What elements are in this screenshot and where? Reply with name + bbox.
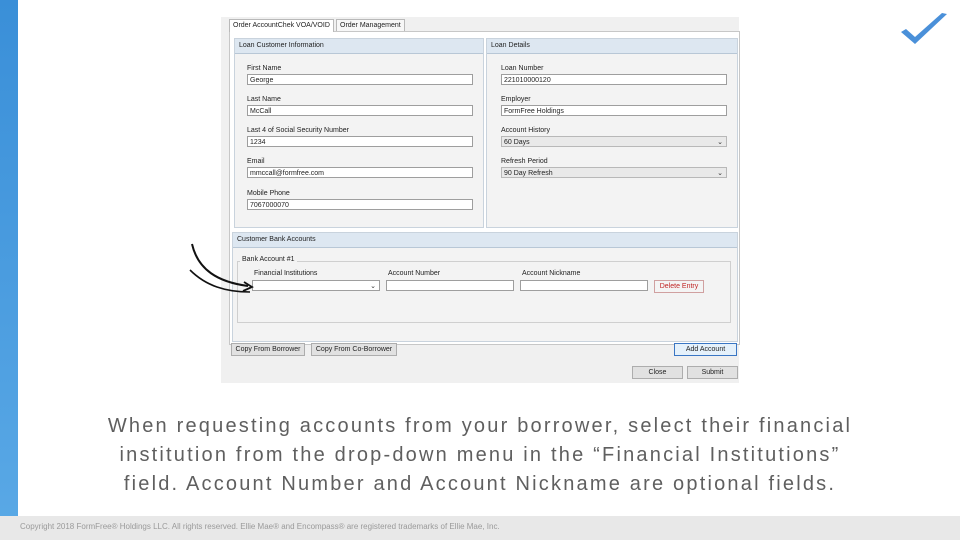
main-panel: Loan Customer Information First Name Geo… [229, 31, 740, 345]
tab-order-accountchek[interactable]: Order AccountChek VOA/VOID [229, 19, 334, 32]
first-name-label: First Name [247, 65, 282, 72]
loan-number-label: Loan Number [501, 65, 544, 72]
chevron-down-icon: ⌄ [717, 139, 723, 146]
chevron-down-icon: ⌄ [717, 170, 723, 177]
loan-number-field[interactable]: 221010000120 [501, 74, 727, 85]
footer-bar: Copyright 2018 FormFree® Holdings LLC. A… [0, 516, 960, 540]
chevron-down-icon: ⌄ [370, 283, 376, 290]
phone-field[interactable]: 7067000070 [247, 199, 473, 210]
ssn-label: Last 4 of Social Security Number [247, 127, 349, 134]
bank-accounts-group: Customer Bank Accounts Bank Account #1 F… [232, 232, 738, 342]
app-window: Order AccountChek VOA/VOID Order Managem… [221, 17, 740, 383]
refresh-period-label: Refresh Period [501, 158, 548, 165]
loan-details-group: Loan Details Loan Number 221010000120 Em… [486, 38, 738, 228]
delete-entry-button[interactable]: Delete Entry [654, 280, 704, 293]
account-number-field[interactable] [386, 280, 514, 291]
employer-field[interactable]: FormFree Holdings [501, 105, 727, 116]
caption-line-3: field. Account Number and Account Nickna… [123, 473, 837, 495]
ssn-field[interactable]: 1234 [247, 136, 473, 147]
submit-button[interactable]: Submit [687, 366, 738, 379]
caption-text: When requesting accounts from your borro… [60, 412, 900, 499]
nickname-field[interactable] [520, 280, 648, 291]
add-account-button[interactable]: Add Account [674, 343, 737, 356]
annotation-arrow-icon [189, 243, 254, 293]
phone-label: Mobile Phone [247, 190, 290, 197]
caption-line-2: institution from the drop-down menu in t… [119, 444, 841, 466]
employer-label: Employer [501, 96, 531, 103]
account-number-label: Account Number [388, 270, 441, 277]
copy-from-coborrower-button[interactable]: Copy From Co-Borrower [311, 343, 397, 356]
refresh-period-select[interactable]: 90 Day Refresh ⌄ [501, 167, 727, 178]
email-field[interactable]: mmccall@formfree.com [247, 167, 473, 178]
copy-from-borrower-button[interactable]: Copy From Borrower [231, 343, 305, 356]
last-name-field[interactable]: McCall [247, 105, 473, 116]
loan-customer-group: Loan Customer Information First Name Geo… [234, 38, 484, 228]
first-name-field[interactable]: George [247, 74, 473, 85]
checkmark-logo-icon [901, 13, 947, 44]
group-header: Loan Details [487, 39, 737, 54]
group-header: Customer Bank Accounts [233, 233, 737, 248]
last-name-label: Last Name [247, 96, 281, 103]
account-history-select[interactable]: 60 Days ⌄ [501, 136, 727, 147]
side-accent-bar [0, 0, 18, 540]
account-history-label: Account History [501, 127, 551, 134]
close-button[interactable]: Close [632, 366, 683, 379]
group-header: Loan Customer Information [235, 39, 483, 54]
email-label: Email [247, 158, 265, 165]
copyright-text: Copyright 2018 FormFree® Holdings LLC. A… [20, 522, 500, 531]
nickname-label: Account Nickname [522, 270, 581, 277]
caption-line-1: When requesting accounts from your borro… [107, 415, 853, 437]
institution-dropdown[interactable]: ⌄ [252, 280, 380, 291]
bank-account-box: Bank Account #1 Financial Institutions ⌄… [237, 256, 731, 323]
institution-label: Financial Institutions [254, 270, 318, 277]
